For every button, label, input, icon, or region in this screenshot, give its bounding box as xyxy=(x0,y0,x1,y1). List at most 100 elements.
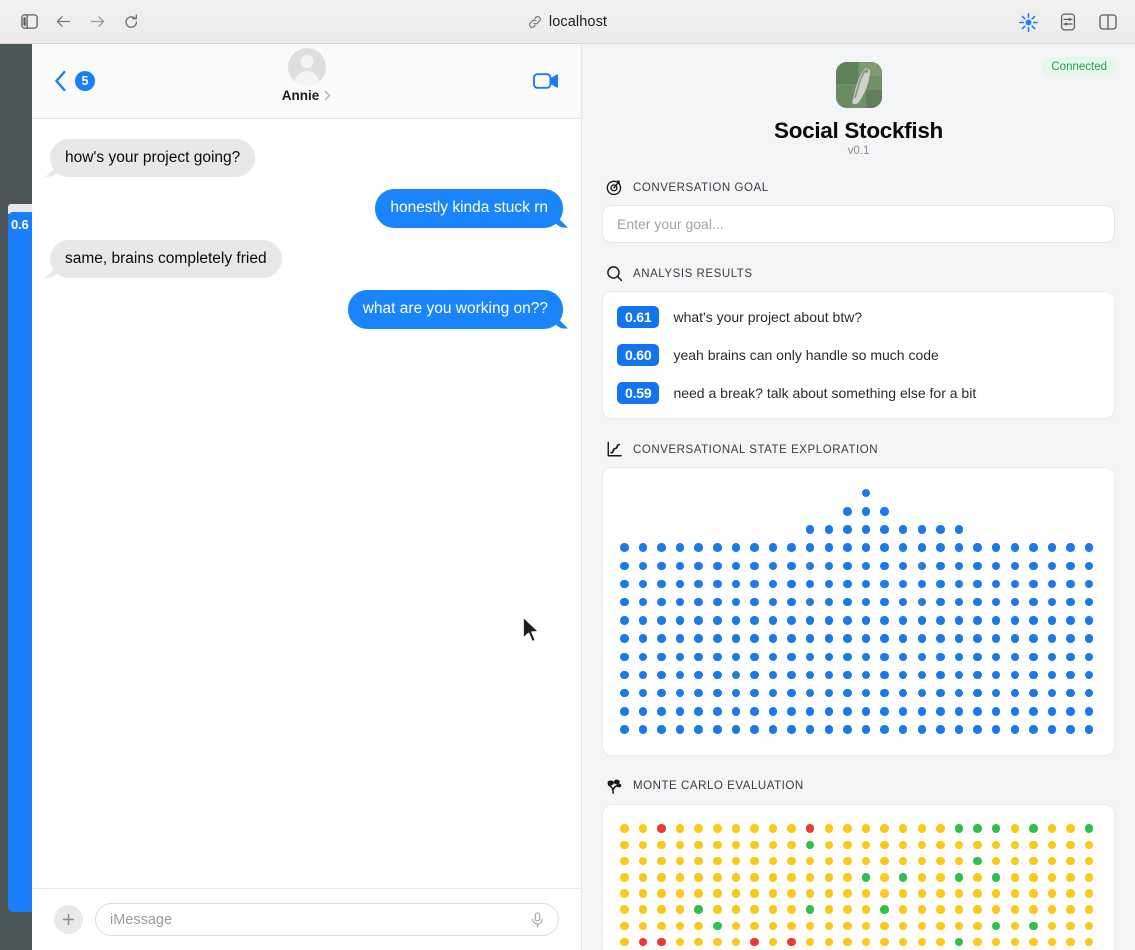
imessage-input[interactable]: iMessage xyxy=(95,903,559,936)
chat-header: 5 Annie xyxy=(32,44,581,119)
exploration-dot-cell xyxy=(1080,557,1099,575)
state-dot-active xyxy=(694,634,703,643)
montecarlo-dot-cell xyxy=(1024,869,1043,885)
message-bubble-outgoing[interactable]: honestly kinda stuck rn xyxy=(375,189,563,228)
monte-carlo-chart[interactable] xyxy=(602,803,1115,950)
unread-count-badge[interactable]: 5 xyxy=(75,71,95,91)
exploration-dot-cell xyxy=(894,539,913,557)
montecarlo-dot-cell xyxy=(931,918,950,934)
exploration-dot-cell xyxy=(857,539,876,557)
address-bar[interactable]: localhost xyxy=(0,0,1135,44)
rollout-dot-neutral xyxy=(731,905,741,914)
state-dot-active xyxy=(880,579,889,589)
rollout-dot-neutral xyxy=(991,840,1001,850)
exploration-dot-cell xyxy=(652,720,671,738)
extensions-icon[interactable] xyxy=(1053,8,1083,36)
state-dot-active xyxy=(694,688,703,698)
exploration-dot-cell xyxy=(968,575,987,593)
reload-icon[interactable] xyxy=(116,8,146,36)
contact-block[interactable]: Annie xyxy=(32,48,581,103)
rollout-dot-neutral xyxy=(713,856,722,866)
split-view-icon[interactable] xyxy=(1093,8,1123,36)
state-dot-active xyxy=(1047,688,1057,698)
rollout-dot-negative xyxy=(750,937,759,947)
state-dot-active xyxy=(787,543,796,552)
montecarlo-dot-cell xyxy=(820,902,839,918)
rollout-dot-positive xyxy=(1084,824,1094,833)
exploration-dot-cell xyxy=(782,666,801,684)
state-dot-active xyxy=(1010,543,1020,552)
state-dot-active xyxy=(1084,688,1094,698)
result-row[interactable]: 0.60 yeah brains can only handle so much… xyxy=(603,336,1114,374)
state-dot-active xyxy=(787,670,796,680)
montecarlo-dot-cell xyxy=(1043,821,1062,837)
rollout-dot-neutral xyxy=(750,873,759,882)
back-group[interactable]: 5 xyxy=(54,70,95,92)
exploration-dot-cell xyxy=(1080,720,1099,738)
rollout-dot-neutral xyxy=(620,905,629,914)
state-dot-active xyxy=(991,543,1001,552)
exploration-dot-cell xyxy=(1024,611,1043,629)
rollout-dot-neutral xyxy=(675,824,685,833)
rollout-dot-neutral xyxy=(805,873,815,882)
state-dot-active xyxy=(713,688,722,698)
microphone-icon[interactable] xyxy=(531,911,544,928)
sidebar-toggle-icon[interactable] xyxy=(14,8,44,36)
rollout-dot-neutral xyxy=(750,889,759,898)
exploration-dot-cell xyxy=(987,557,1006,575)
rollout-dot-neutral xyxy=(973,840,982,850)
facetime-video-icon[interactable] xyxy=(533,72,559,90)
back-arrow-icon[interactable] xyxy=(48,8,78,36)
rollout-dot-positive xyxy=(954,937,964,947)
state-dot-active xyxy=(731,616,741,625)
result-row[interactable]: 0.61 what's your project about btw? xyxy=(603,298,1114,336)
exploration-dot-cell xyxy=(913,575,932,593)
rollout-dot-neutral xyxy=(713,889,722,898)
montecarlo-dot-cell xyxy=(838,934,857,950)
exploration-dot-cell xyxy=(987,611,1006,629)
exploration-dot-cell xyxy=(913,630,932,648)
montecarlo-dot-cell xyxy=(727,869,746,885)
montecarlo-dot-cell xyxy=(615,821,634,837)
exploration-dot-cell xyxy=(671,557,690,575)
montecarlo-dot-cell xyxy=(671,837,690,853)
sparkle-icon[interactable] xyxy=(1013,8,1043,36)
message-bubble-outgoing[interactable]: what are you working on?? xyxy=(347,290,563,329)
exploration-dot-cell xyxy=(913,520,932,538)
montecarlo-dot-cell xyxy=(745,934,764,950)
goal-input[interactable]: Enter your goal... xyxy=(602,205,1115,243)
rollout-dot-neutral xyxy=(954,840,964,850)
result-row[interactable]: 0.59 need a break? talk about something … xyxy=(603,374,1114,412)
section-header-goal: CONVERSATION GOAL xyxy=(606,179,1115,196)
montecarlo-dot-cell xyxy=(689,853,708,869)
exploration-dot-cell xyxy=(913,702,932,720)
montecarlo-dot-cell xyxy=(894,853,913,869)
avatar[interactable] xyxy=(287,48,326,86)
message-bubble-incoming[interactable]: how's your project going? xyxy=(50,139,256,178)
contact-row[interactable]: Annie xyxy=(282,88,332,103)
attach-plus-button[interactable] xyxy=(54,905,83,934)
message-bubble-incoming[interactable]: same, brains completely fried xyxy=(50,239,282,279)
rollout-dot-neutral xyxy=(620,937,629,947)
exploration-dot-cell xyxy=(727,720,746,738)
back-chevron-icon[interactable] xyxy=(54,70,67,92)
state-dot-active xyxy=(898,652,908,662)
montecarlo-dot-cell xyxy=(764,885,783,901)
state-dot-active xyxy=(843,507,852,516)
state-exploration-chart[interactable] xyxy=(602,467,1115,756)
rollout-dot-neutral xyxy=(824,905,834,914)
rollout-dot-neutral xyxy=(1010,856,1020,866)
state-dot-active xyxy=(954,525,964,534)
state-dot-active xyxy=(898,634,908,643)
forward-arrow-icon[interactable] xyxy=(82,8,112,36)
exploration-dot-cell xyxy=(838,720,857,738)
montecarlo-dot-cell xyxy=(931,902,950,918)
montecarlo-dot-cell xyxy=(875,934,894,950)
state-dot-active xyxy=(917,652,927,662)
montecarlo-dot-cell xyxy=(615,853,634,869)
montecarlo-dot-cell xyxy=(968,853,987,869)
state-dot-active xyxy=(1084,616,1094,625)
result-suggestion-text: what's your project about btw? xyxy=(673,309,863,325)
state-dot-empty xyxy=(1066,507,1075,516)
state-dot-active xyxy=(861,670,871,680)
